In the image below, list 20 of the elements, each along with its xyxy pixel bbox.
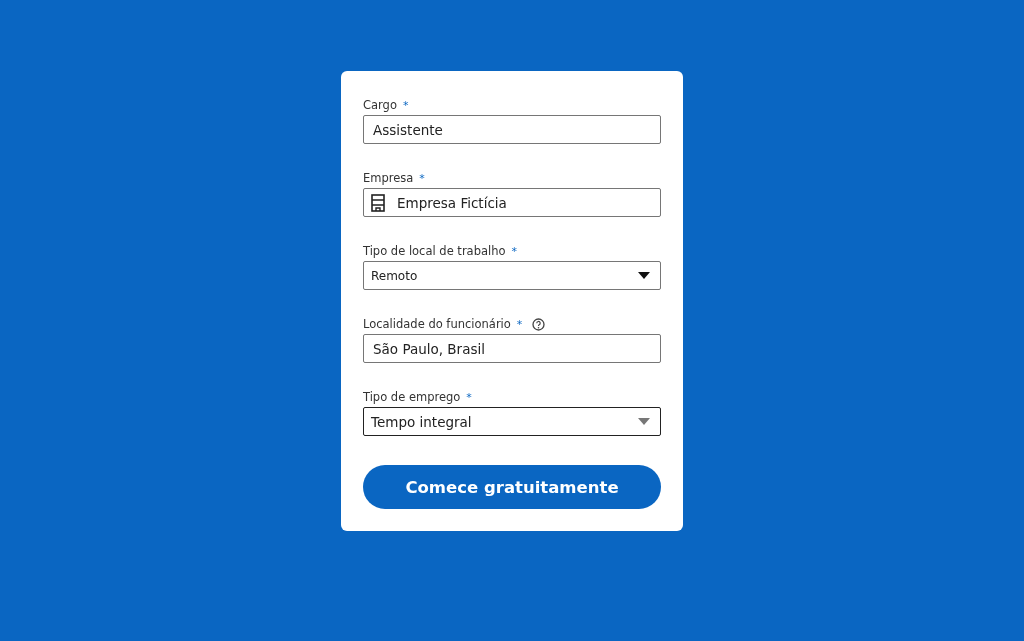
start-button[interactable]: Comece gratuitamente xyxy=(363,465,661,509)
caret-icon xyxy=(638,272,650,279)
building-icon xyxy=(371,193,385,212)
required-mark: * xyxy=(466,390,472,404)
dropdown[interactable]: Tempo integral xyxy=(363,407,661,436)
caret-icon xyxy=(638,418,650,425)
required-mark: * xyxy=(419,171,425,185)
required-mark: * xyxy=(511,244,518,258)
field-label: Tipo de local de trabalho xyxy=(363,244,506,258)
field-label: Localidade do funcionário xyxy=(363,317,511,331)
dropdown[interactable]: Remoto xyxy=(363,261,661,290)
required-mark: * xyxy=(516,317,523,331)
required-mark: * xyxy=(402,98,409,112)
input-field[interactable]: São Paulo, Brasil xyxy=(363,334,661,363)
help-icon[interactable] xyxy=(532,317,546,331)
field-label: Tipo de emprego xyxy=(363,390,461,404)
input-field[interactable]: Assistente xyxy=(363,115,661,144)
field-label: Empresa xyxy=(363,171,414,185)
field-label: Cargo xyxy=(363,98,397,112)
input-field[interactable]: Empresa Fictícia xyxy=(363,188,661,217)
